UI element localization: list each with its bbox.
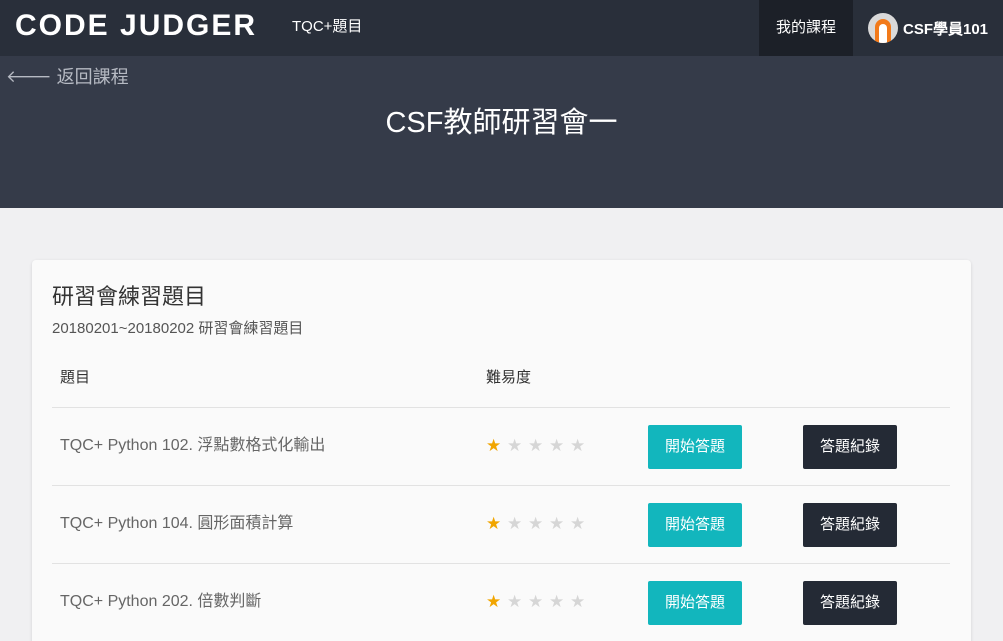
star-icon: ★ [549, 514, 565, 533]
difficulty-rating: ★ ★ ★ ★ ★ [486, 514, 591, 534]
star-icon: ★ [507, 436, 523, 455]
star-icon: ★ [549, 436, 565, 455]
back-to-courses-link[interactable]: 🡐 返回課程 [6, 66, 129, 88]
card-title: 研習會練習題目 [52, 284, 207, 309]
star-icon: ★ [486, 592, 502, 611]
star-icon: ★ [528, 436, 544, 455]
answer-record-button[interactable]: 答題紀錄 [803, 503, 897, 547]
column-header-problem: 題目 [60, 369, 91, 386]
problem-title: TQC+ Python 104. 圓形面積計算 [60, 515, 294, 532]
practice-card: 研習會練習題目 20180201~20180202 研習會練習題目 題目 難易度… [32, 260, 971, 641]
star-icon: ★ [549, 592, 565, 611]
card-subtitle: 20180201~20180202 研習會練習題目 [52, 320, 304, 337]
answer-record-button[interactable]: 答題紀錄 [803, 425, 897, 469]
start-answer-button[interactable]: 開始答題 [648, 581, 742, 625]
column-header-difficulty: 難易度 [486, 369, 532, 386]
star-icon: ★ [486, 436, 502, 455]
course-title: CSF教師研習會一 [385, 107, 618, 139]
avatar-icon [868, 13, 898, 43]
problem-title: TQC+ Python 102. 浮點數格式化輸出 [60, 437, 326, 454]
arrow-left-icon: 🡐 [6, 67, 52, 86]
star-icon: ★ [570, 592, 586, 611]
back-label: 返回課程 [56, 67, 129, 87]
start-answer-button[interactable]: 開始答題 [648, 425, 742, 469]
star-icon: ★ [528, 592, 544, 611]
difficulty-rating: ★ ★ ★ ★ ★ [486, 436, 591, 456]
star-icon: ★ [570, 436, 586, 455]
star-icon: ★ [507, 514, 523, 533]
difficulty-rating: ★ ★ ★ ★ ★ [486, 592, 591, 612]
problem-title: TQC+ Python 202. 倍數判斷 [60, 593, 262, 610]
navbar: CODE JUDGER TQC+題目 我的課程 CSF學員101 [0, 0, 1003, 56]
answer-record-button[interactable]: 答題紀錄 [803, 581, 897, 625]
nav-link-my-courses[interactable]: 我的課程 [759, 0, 853, 56]
table-row: TQC+ Python 104. 圓形面積計算 ★ ★ ★ ★ ★ 開始答題 答題紀錄 [52, 486, 950, 564]
star-icon: ★ [486, 514, 502, 533]
brand-logo[interactable]: CODE JUDGER [15, 8, 257, 44]
star-icon: ★ [570, 514, 586, 533]
table-row: TQC+ Python 202. 倍數判斷 ★ ★ ★ ★ ★ 開始答題 答題紀錄 [52, 564, 950, 641]
user-menu[interactable]: CSF學員101 [868, 10, 988, 46]
star-icon: ★ [507, 592, 523, 611]
start-answer-button[interactable]: 開始答題 [648, 503, 742, 547]
avatar-face [879, 24, 887, 43]
course-header: 🡐 返回課程 CSF教師研習會一 [0, 56, 1003, 208]
table-row: TQC+ Python 102. 浮點數格式化輸出 ★ ★ ★ ★ ★ 開始答題 答題紀… [52, 408, 950, 486]
star-icon: ★ [528, 514, 544, 533]
nav-link-tqc-problems[interactable]: TQC+題目 [292, 17, 362, 37]
user-name: CSF學員101 [903, 20, 989, 38]
